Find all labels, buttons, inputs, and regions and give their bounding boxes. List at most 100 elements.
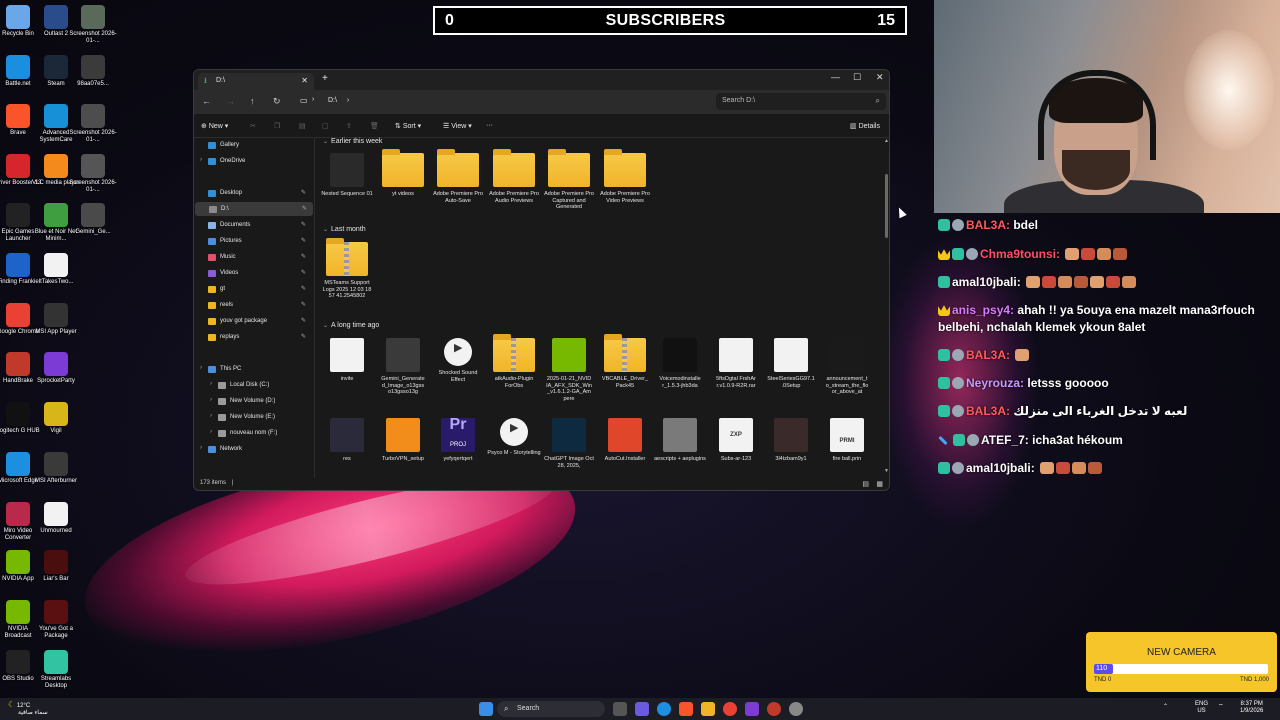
copy-icon[interactable]: ❐ xyxy=(274,122,280,130)
chrome-icon[interactable] xyxy=(723,702,737,716)
desktop-icon[interactable]: Vigil xyxy=(32,402,80,435)
chat-username[interactable]: amal10jbali: xyxy=(952,275,1021,289)
file-item[interactable]: Adobe Premiere Pro Video Previews xyxy=(598,149,652,204)
chat-username[interactable]: anis_psy4: xyxy=(952,303,1014,317)
nav-item-desktop[interactable]: Desktop ✎ xyxy=(194,186,312,200)
close-tab-icon[interactable]: ✕ xyxy=(301,76,308,85)
path-segment-drive[interactable]: D:\ xyxy=(328,97,337,104)
view-button[interactable]: ☰ View ▾ xyxy=(443,122,472,130)
file-item[interactable]: TurboVPN_setup xyxy=(376,418,430,463)
chevron-right-icon[interactable]: › xyxy=(210,429,212,435)
group-header[interactable]: ⌄ Earlier this week xyxy=(323,138,382,145)
close-window-button[interactable]: ✕ xyxy=(876,72,884,83)
brave-icon[interactable] xyxy=(679,702,693,716)
new-tab-button[interactable]: + xyxy=(322,73,328,84)
chevron-right-icon[interactable]: › xyxy=(200,365,202,371)
language-indicator[interactable]: ENG US xyxy=(1195,701,1208,715)
chevron-right-icon[interactable]: › xyxy=(210,397,212,403)
start-icon[interactable] xyxy=(479,702,493,716)
refresh-button[interactable]: ↻ xyxy=(273,96,281,107)
file-item[interactable]: res xyxy=(320,418,374,463)
steelseries-icon[interactable] xyxy=(789,702,803,716)
file-item[interactable]: 5ftsDgtal FrshAr r.v1.0.9-R2R.rar xyxy=(709,338,763,389)
desktop-icon[interactable]: Screenshot 2026-01-... xyxy=(69,104,117,144)
copilot-icon[interactable] xyxy=(635,702,649,716)
file-item[interactable]: Adobe Premiere Pro Captured and Generate… xyxy=(542,149,596,211)
nav-item-onedrive[interactable]: › OneDrive xyxy=(194,154,312,168)
nav-item-replays[interactable]: replays ✎ xyxy=(194,330,312,344)
streaming-app-icon[interactable] xyxy=(745,702,759,716)
file-item[interactable]: Voicemodinstalle r_1.5.3-jhb3da xyxy=(653,338,707,389)
explorer-tab[interactable]: ⭳ D:\ ✕ xyxy=(198,73,314,90)
file-explorer-icon[interactable] xyxy=(701,702,715,716)
file-item[interactable]: atkAudio-Plugin ForObs xyxy=(487,334,541,389)
desktop-icon[interactable]: Screenshot 2026-01-... xyxy=(69,154,117,194)
file-item[interactable]: ▶ Shocked Sound Effect xyxy=(431,338,485,383)
clock[interactable]: 8:37 PM 1/9/2026 xyxy=(1240,701,1263,715)
file-item[interactable]: ▶ Psyco M - Storytelling xyxy=(487,418,541,457)
share-icon[interactable]: ⇪ xyxy=(346,122,352,130)
desktop-icon[interactable]: Gemini_Ge... xyxy=(69,203,117,236)
network-icon[interactable]: ⌔ xyxy=(1218,704,1224,711)
chat-username[interactable]: amal10jbali: xyxy=(966,461,1035,475)
file-item[interactable]: 2025-01-21_NVID IA_AFX_SDK_Win _v1.6.1.2… xyxy=(542,338,596,402)
sort-button[interactable]: ⇅ Sort ▾ xyxy=(395,122,421,130)
file-item[interactable]: VBCABLE_Driver_ Pack45 xyxy=(598,334,652,389)
nav-item-new-volume-e[interactable]: › New Volume (E:) xyxy=(194,410,312,424)
desktop-icon[interactable]: Liar's Bar xyxy=(32,550,80,583)
search-input[interactable]: Search D:\ ⌕ xyxy=(716,93,886,110)
chevron-right-icon[interactable]: › xyxy=(210,381,212,387)
file-item[interactable]: invite xyxy=(320,338,374,383)
weather-widget[interactable]: ☾ 12°C سماء صافية xyxy=(8,701,48,717)
desktop-icon[interactable]: SprocketParty xyxy=(32,352,80,385)
nav-item-reels[interactable]: reels ✎ xyxy=(194,298,312,312)
task-view-icon[interactable] xyxy=(613,702,627,716)
nav-item-videos[interactable]: Videos ✎ xyxy=(194,266,312,280)
paste-icon[interactable]: ▤ xyxy=(299,122,306,130)
chat-username[interactable]: Neyrouza: xyxy=(966,376,1024,390)
chevron-right-icon[interactable]: › xyxy=(200,157,202,163)
nav-item-new-volume-d[interactable]: › New Volume (D:) xyxy=(194,394,312,408)
nav-item-pictures[interactable]: Pictures ✎ xyxy=(194,234,312,248)
chat-username[interactable]: BAL3A: xyxy=(966,348,1010,362)
delete-icon[interactable]: 🗑 xyxy=(370,122,379,130)
details-view-icon[interactable]: ▤ xyxy=(862,480,869,488)
forward-button[interactable]: → xyxy=(226,96,235,106)
file-item[interactable]: 3l4tzbam9y1 xyxy=(764,418,818,463)
up-button[interactable]: ↑ xyxy=(250,96,255,106)
file-item[interactable]: Nested Sequence 01 xyxy=(320,153,374,198)
nav-item-documents[interactable]: Documents ✎ xyxy=(194,218,312,232)
desktop-icon[interactable]: MSI App Player xyxy=(32,303,80,336)
minimize-button[interactable]: — xyxy=(831,72,840,82)
nav-item-gallery[interactable]: Gallery xyxy=(194,138,312,152)
chevron-right-icon[interactable]: › xyxy=(200,445,202,451)
desktop-icon[interactable]: MSI Afterburner xyxy=(32,452,80,485)
vertical-scrollbar[interactable]: ▲ ▼ xyxy=(884,138,889,478)
file-item[interactable]: announcement_t o_stream_the_flo or_above… xyxy=(820,338,874,396)
details-button[interactable]: ▥ Details xyxy=(850,122,880,130)
taskbar-search[interactable]: ⌕ Search xyxy=(497,701,605,717)
scrollbar-thumb[interactable] xyxy=(885,174,888,238)
nav-item-gt[interactable]: gt ✎ xyxy=(194,282,312,296)
nav-item-this-pc[interactable]: › This PC xyxy=(194,362,312,376)
nav-item-d[interactable]: D:\ ✎ xyxy=(195,202,313,216)
file-item[interactable]: Adobe Premiere Pro Auto-Save xyxy=(431,149,485,204)
nav-item-youv-got-package[interactable]: youv got package ✎ xyxy=(194,314,312,328)
desktop-icon[interactable]: Screenshot 2026-01-... xyxy=(69,5,117,45)
back-button[interactable]: ← xyxy=(202,96,211,106)
chat-username[interactable]: BAL3A: xyxy=(966,404,1010,418)
file-item[interactable]: AutoCut.Installer xyxy=(598,418,652,463)
maximize-button[interactable]: ☐ xyxy=(853,72,861,83)
new-button[interactable]: ⊕ New ▾ xyxy=(201,122,228,130)
group-header[interactable]: ⌄ A long time ago xyxy=(323,322,379,329)
file-item[interactable]: Gemini_Generate d_Image_o13gss o13gsso13… xyxy=(376,338,430,396)
chat-username[interactable]: Chma9tounsi: xyxy=(980,247,1060,261)
tray-overflow-icon[interactable]: ⌃ xyxy=(1163,704,1168,711)
file-item[interactable]: ChatGPT Image Oct 28, 2025, xyxy=(542,418,596,469)
rename-icon[interactable]: ▢ xyxy=(322,122,329,130)
chevron-right-icon[interactable]: › xyxy=(210,413,212,419)
more-options-button[interactable]: ··· xyxy=(486,122,493,129)
chat-username[interactable]: BAL3A: xyxy=(966,218,1010,232)
group-header[interactable]: ⌄ Last month xyxy=(323,226,366,233)
file-item[interactable]: yt videos xyxy=(376,149,430,198)
